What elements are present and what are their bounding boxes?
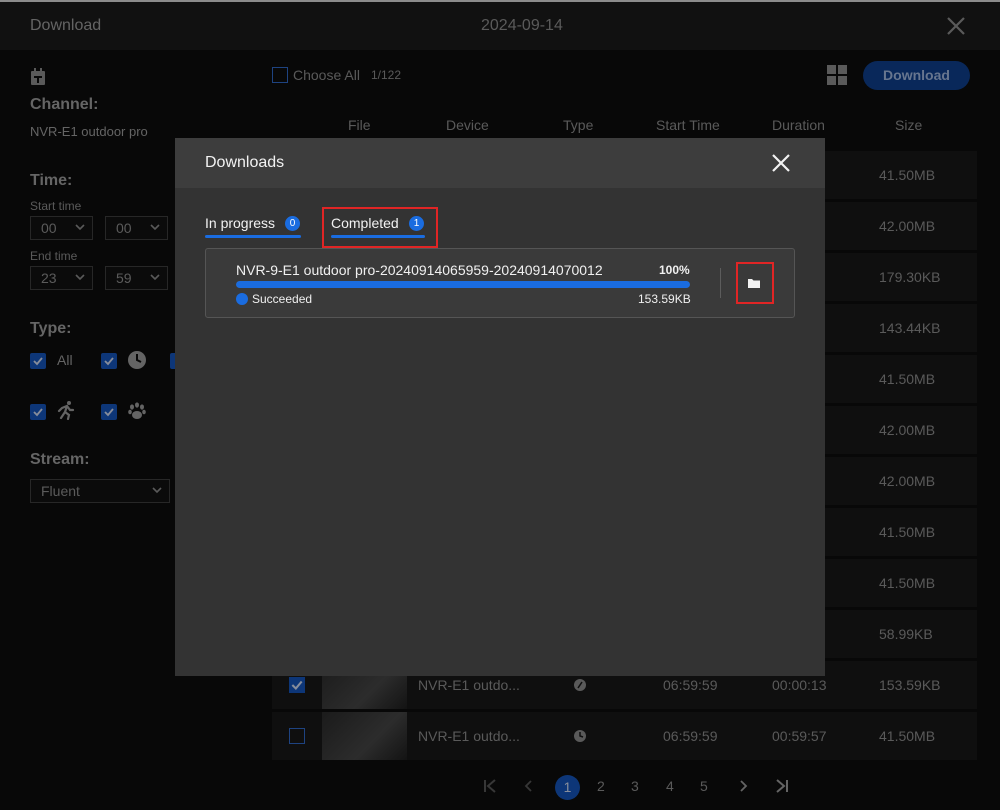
download-progress-fill	[236, 281, 690, 288]
status-dot	[236, 293, 248, 305]
dialog-header: Downloads	[175, 138, 825, 188]
tab-completed[interactable]: Completed	[331, 215, 399, 231]
open-folder-highlight	[736, 262, 774, 304]
download-percent: 100%	[659, 263, 690, 277]
download-item: NVR-9-E1 outdoor pro-20240914065959-2024…	[205, 248, 795, 318]
download-window: Download 2024-09-14 Channel: NVR-E1 outd…	[0, 0, 1000, 810]
in-progress-count-badge: 0	[285, 216, 300, 231]
close-icon[interactable]	[772, 154, 790, 172]
dialog-title: Downloads	[205, 154, 285, 171]
tab-in-progress[interactable]: In progress	[205, 215, 275, 231]
completed-count-badge: 1	[409, 216, 424, 231]
download-status: Succeeded	[252, 292, 313, 306]
tab-completed-underline	[331, 235, 425, 238]
downloads-dialog: Downloads In progress 0 Completed 1 NVR-…	[175, 138, 825, 676]
divider	[720, 268, 721, 298]
download-size: 153.59KB	[638, 292, 691, 306]
tab-in-progress-underline	[205, 235, 301, 238]
download-progress-bar	[236, 281, 690, 288]
download-filename: NVR-9-E1 outdoor pro-20240914065959-2024…	[236, 262, 603, 278]
